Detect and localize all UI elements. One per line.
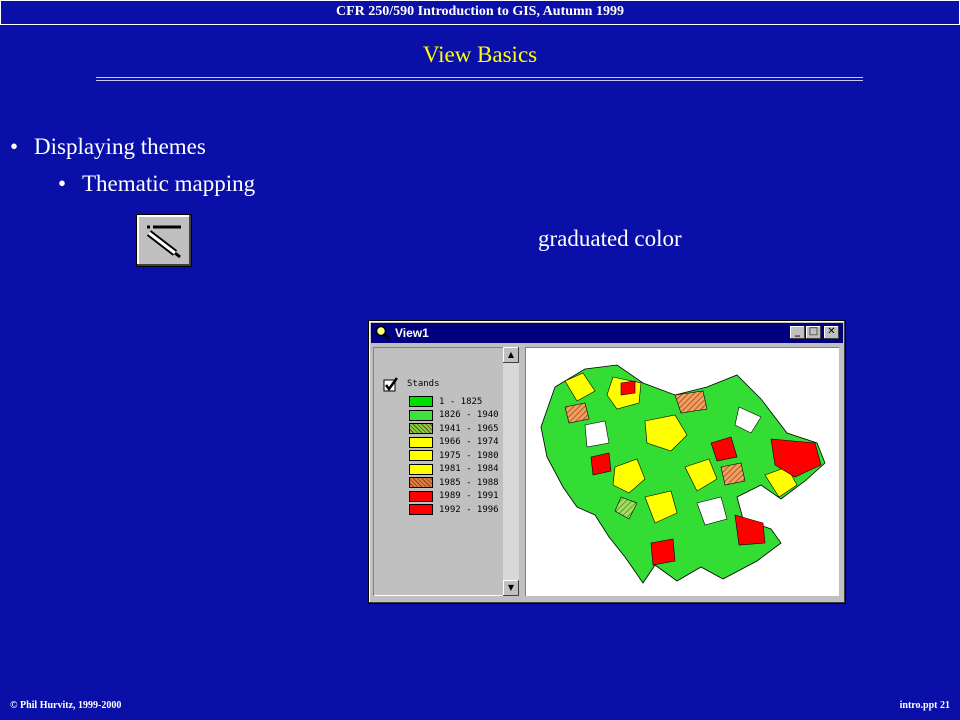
legend-label: 1 - 1825 — [439, 396, 483, 407]
close-button[interactable]: ✕ — [824, 326, 839, 339]
legend-item: 1992 - 1996 — [409, 503, 499, 517]
legend-label: 1985 - 1988 — [439, 477, 499, 488]
stand-polygon — [674, 390, 708, 414]
legend-item: 1 - 1825 — [409, 395, 499, 409]
stand-polygon — [590, 452, 612, 476]
stands-map[interactable] — [525, 347, 839, 596]
theme-properties-icon — [146, 225, 181, 259]
legend-swatch — [409, 436, 433, 448]
legend-swatch — [409, 490, 433, 502]
legend-swatch — [409, 396, 433, 408]
legend-label: 1941 - 1965 — [439, 423, 499, 434]
view-title: View1 — [395, 326, 429, 340]
table-of-contents[interactable]: Stands 1 - 1825 1826 - 1940 1941 - 1965 196… — [373, 347, 519, 596]
legend-swatch — [409, 409, 433, 421]
legend-label: 1966 - 1974 — [439, 437, 499, 448]
scroll-up-button[interactable]: ▲ — [503, 347, 519, 363]
map-display[interactable] — [525, 347, 839, 596]
course-header: CFR 250/590 Introduction to GIS, Autumn … — [0, 0, 960, 25]
theme-name[interactable]: Stands — [407, 379, 440, 389]
legend-item: 1985 - 1988 — [409, 476, 499, 490]
maximize-button[interactable]: □ — [806, 326, 821, 339]
clearing — [584, 420, 610, 448]
bullet-displaying-themes: • Displaying themes — [10, 134, 206, 160]
legend-item: 1975 - 1980 — [409, 449, 499, 463]
course-title: CFR 250/590 Introduction to GIS, Autumn … — [336, 4, 624, 19]
stand-polygon — [620, 380, 636, 396]
stand-polygon — [650, 538, 676, 566]
stand-polygon — [564, 402, 590, 424]
footer-slide-ref: intro.ppt 21 — [899, 700, 950, 711]
legend-swatch — [409, 450, 433, 462]
bullet-dot: • — [58, 171, 67, 196]
legend-swatch — [409, 423, 433, 435]
legend-label: 1989 - 1991 — [439, 491, 499, 502]
bullet-text: Displaying themes — [34, 134, 206, 159]
stand-polygon — [720, 462, 746, 486]
legend-label: 1826 - 1940 — [439, 410, 499, 421]
view-titlebar[interactable]: View1 _ □ ✕ — [371, 323, 843, 343]
legend-item: 1989 - 1991 — [409, 490, 499, 504]
scroll-down-button[interactable]: ▼ — [503, 580, 519, 596]
bullet-text: Thematic mapping — [82, 171, 256, 196]
legend-item: 1966 - 1974 — [409, 436, 499, 450]
graduated-color-caption: graduated color — [538, 226, 682, 251]
theme-properties-button[interactable] — [136, 214, 192, 267]
view-magnifier-icon — [375, 325, 390, 340]
title-divider — [96, 77, 863, 81]
legend-item: 1941 - 1965 — [409, 422, 499, 436]
minimize-button[interactable]: _ — [790, 326, 805, 339]
stand-polygon — [734, 514, 766, 546]
footer-copyright: © Phil Hurvitz, 1999-2000 — [10, 700, 122, 711]
legend-swatch — [409, 504, 433, 516]
bullet-thematic-mapping: • Thematic mapping — [58, 171, 255, 197]
bullet-dot: • — [10, 134, 19, 159]
checkmark-icon[interactable] — [383, 377, 399, 393]
toc-scrollbar[interactable]: ▲ ▼ — [503, 347, 519, 596]
view-window[interactable]: View1 _ □ ✕ Stands 1 - 1825 1826 - 1940 19… — [368, 320, 846, 604]
legend-item: 1826 - 1940 — [409, 409, 499, 423]
legend-label: 1992 - 1996 — [439, 504, 499, 515]
legend-swatch — [409, 463, 433, 475]
legend-swatch — [409, 477, 433, 489]
legend: 1 - 1825 1826 - 1940 1941 - 1965 1966 - 197… — [409, 395, 499, 517]
legend-label: 1975 - 1980 — [439, 450, 499, 461]
slide-title: View Basics — [422, 42, 538, 67]
legend-label: 1981 - 1984 — [439, 464, 499, 475]
legend-item: 1981 - 1984 — [409, 463, 499, 477]
